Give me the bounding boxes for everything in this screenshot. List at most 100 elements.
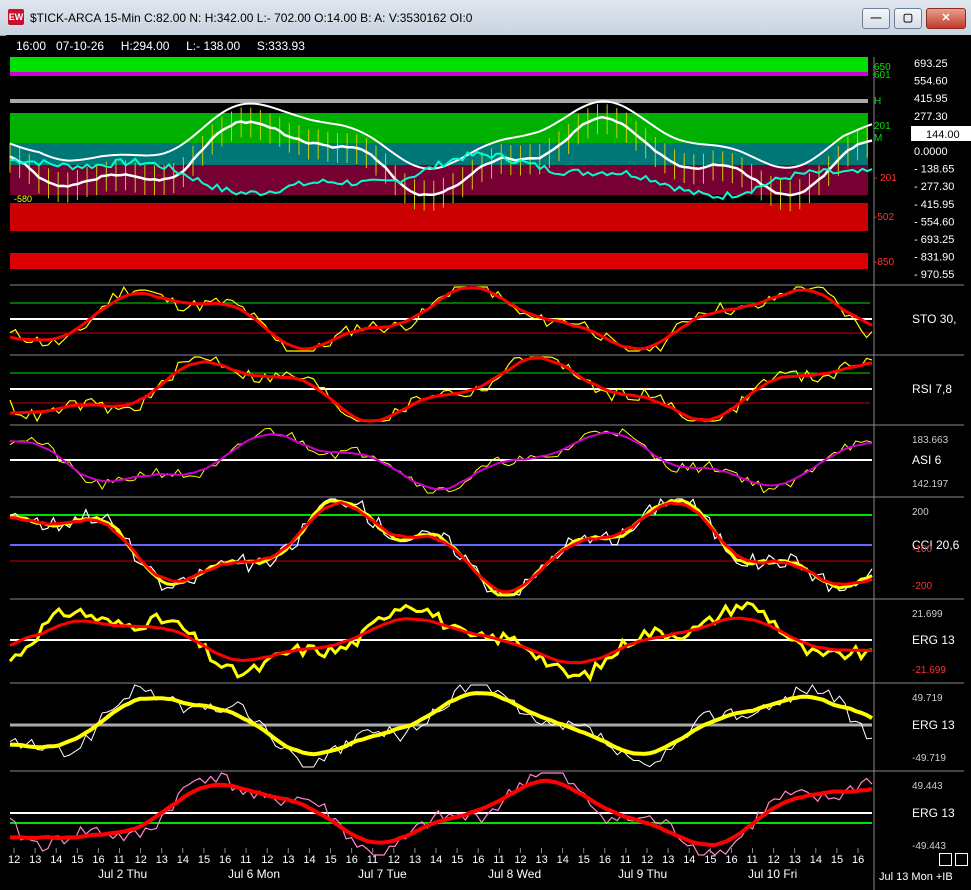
scroll-controls[interactable] [936, 853, 968, 871]
level-label: H [874, 96, 881, 107]
window-title: $TICK-ARCA 15-Min C:82.00 N: H:342.00 L:… [30, 11, 473, 25]
minimize-button[interactable]: — [862, 8, 890, 29]
price-axis-label: - 970.55 [914, 269, 954, 281]
panel-axis-label: 183.663 [912, 435, 949, 446]
time-axis-hour: 11 [240, 854, 251, 866]
time-axis-hour: 12 [261, 854, 273, 866]
time-axis-hour: 15 [325, 854, 337, 866]
cci-fast [9, 497, 873, 596]
next-session-label: Jul 13 Mon +IB [879, 871, 953, 883]
panel-label-erg2: ERG 13 [912, 718, 955, 732]
time-axis-hour: 14 [50, 854, 62, 866]
scroll-right-button[interactable] [955, 853, 968, 866]
panel-axis-label: -49.719 [912, 753, 946, 764]
time-axis-hour: 16 [472, 854, 484, 866]
price-axis-label: 554.60 [914, 76, 948, 88]
price-axis-label: 277.30 [914, 111, 948, 123]
time-axis-hour: 15 [578, 854, 590, 866]
level-label: - 201 [874, 173, 897, 184]
panel-axis-label: 49.443 [912, 781, 943, 792]
time-axis-hour: 11 [367, 854, 378, 866]
chart-area[interactable]: 693.25 554.60 415.95 277.30 144.00 0.0000 - 13… [6, 35, 971, 890]
time-axis-day: Jul 10 Fri [748, 867, 797, 881]
time-axis-hour: 14 [430, 854, 442, 866]
time-axis-hour: 15 [831, 854, 843, 866]
price-axis-label: - 693.25 [914, 234, 954, 246]
price-axis-label: 693.25 [914, 58, 948, 70]
time-axis-hour: 12 [641, 854, 653, 866]
maximize-icon: ▢ [902, 12, 914, 24]
level-label: -502 [874, 212, 894, 223]
price-axis-label: - 138.65 [914, 164, 954, 176]
time-axis-hour: 15 [198, 854, 210, 866]
panel-label-erg1: ERG 13 [912, 633, 955, 647]
time-axis-hour: 13 [536, 854, 548, 866]
left-marker-label: -580 [14, 194, 32, 204]
time-axis-hour: 12 [135, 854, 147, 866]
time-axis-hour: 15 [704, 854, 716, 866]
panel-axis-label: -100 [912, 544, 932, 555]
time-axis-hour: 15 [451, 854, 463, 866]
time-axis-day: Jul 2 Thu [98, 867, 147, 881]
time-axis-hour: 16 [852, 854, 864, 866]
time-axis-hour: 16 [599, 854, 611, 866]
time-axis-hour: 14 [557, 854, 569, 866]
time-axis-hour: 14 [810, 854, 822, 866]
time-axis-hour: 14 [177, 854, 189, 866]
panel-label-rsi: RSI 7,8 [912, 382, 952, 396]
level-band-850 [10, 253, 868, 269]
level-band-502 [10, 203, 868, 231]
level-band-601 [10, 72, 868, 76]
time-axis-day: Jul 6 Mon [228, 867, 280, 881]
panel-axis-label: -49.443 [912, 841, 946, 852]
minimize-icon: — [870, 12, 882, 24]
time-axis-hour: 13 [29, 854, 41, 866]
time-axis-hour: 16 [346, 854, 358, 866]
time-axis-hour: 13 [409, 854, 421, 866]
app-icon: EW [8, 9, 24, 25]
time-axis-day: Jul 7 Tue [358, 867, 407, 881]
panel-axis-label: 200 [912, 507, 929, 518]
time-axis-hour: 12 [514, 854, 526, 866]
level-band-201 [10, 113, 868, 143]
time-axis-hour: 13 [282, 854, 294, 866]
chart-canvas[interactable]: 693.25 554.60 415.95 277.30 144.00 0.0000 - 13… [6, 35, 971, 890]
price-axis-label: 0.0000 [914, 146, 948, 158]
time-axis-hour: 16 [219, 854, 231, 866]
panel-axis-label: -21.699 [912, 665, 946, 676]
time-axis-hour: 11 [493, 854, 504, 866]
price-axis-label: - 277.30 [914, 181, 954, 193]
level-label: M [874, 133, 882, 144]
panel-label-erg3: ERG 13 [912, 806, 955, 820]
time-axis-hour: 11 [620, 854, 631, 866]
panel-label-sto: STO 30, [912, 312, 956, 326]
panel-axis-label: -200 [912, 581, 932, 592]
close-button[interactable]: ✕ [926, 8, 966, 29]
price-axis-label: 415.95 [914, 93, 948, 105]
time-axis-day: Jul 9 Thu [618, 867, 667, 881]
time-axis-hour: 14 [683, 854, 695, 866]
time-axis-hour: 15 [71, 854, 83, 866]
price-axis-label: - 831.90 [914, 252, 954, 264]
time-axis-hour: 13 [156, 854, 168, 866]
time-axis-day: Jul 8 Wed [488, 867, 541, 881]
current-price-label: 144.00 [926, 129, 960, 141]
time-axis-hour: 16 [92, 854, 104, 866]
level-label: 201 [874, 121, 891, 132]
time-axis-hour: 11 [114, 854, 125, 866]
panel-axis-label: 21.699 [912, 609, 943, 620]
time-axis-hour: 13 [662, 854, 674, 866]
panel-axis-label: 49.719 [912, 693, 943, 704]
bar-info-readout: 16:00 07-10-26 H:294.00 L:- 138.00 S:333… [16, 39, 305, 53]
scroll-left-button[interactable] [939, 853, 952, 866]
time-axis-hour: 12 [768, 854, 780, 866]
level-label: 601 [874, 70, 891, 81]
time-axis-hour: 14 [303, 854, 315, 866]
time-axis-hour: 12 [388, 854, 400, 866]
window-titlebar[interactable]: EW $TICK-ARCA 15-Min C:82.00 N: H:342.00… [0, 0, 971, 36]
panel-axis-label: 142.197 [912, 479, 949, 490]
time-axis-hour: 12 [8, 854, 20, 866]
maximize-button[interactable]: ▢ [894, 8, 922, 29]
time-axis-hour: 11 [747, 854, 758, 866]
time-axis-hour: 13 [789, 854, 801, 866]
